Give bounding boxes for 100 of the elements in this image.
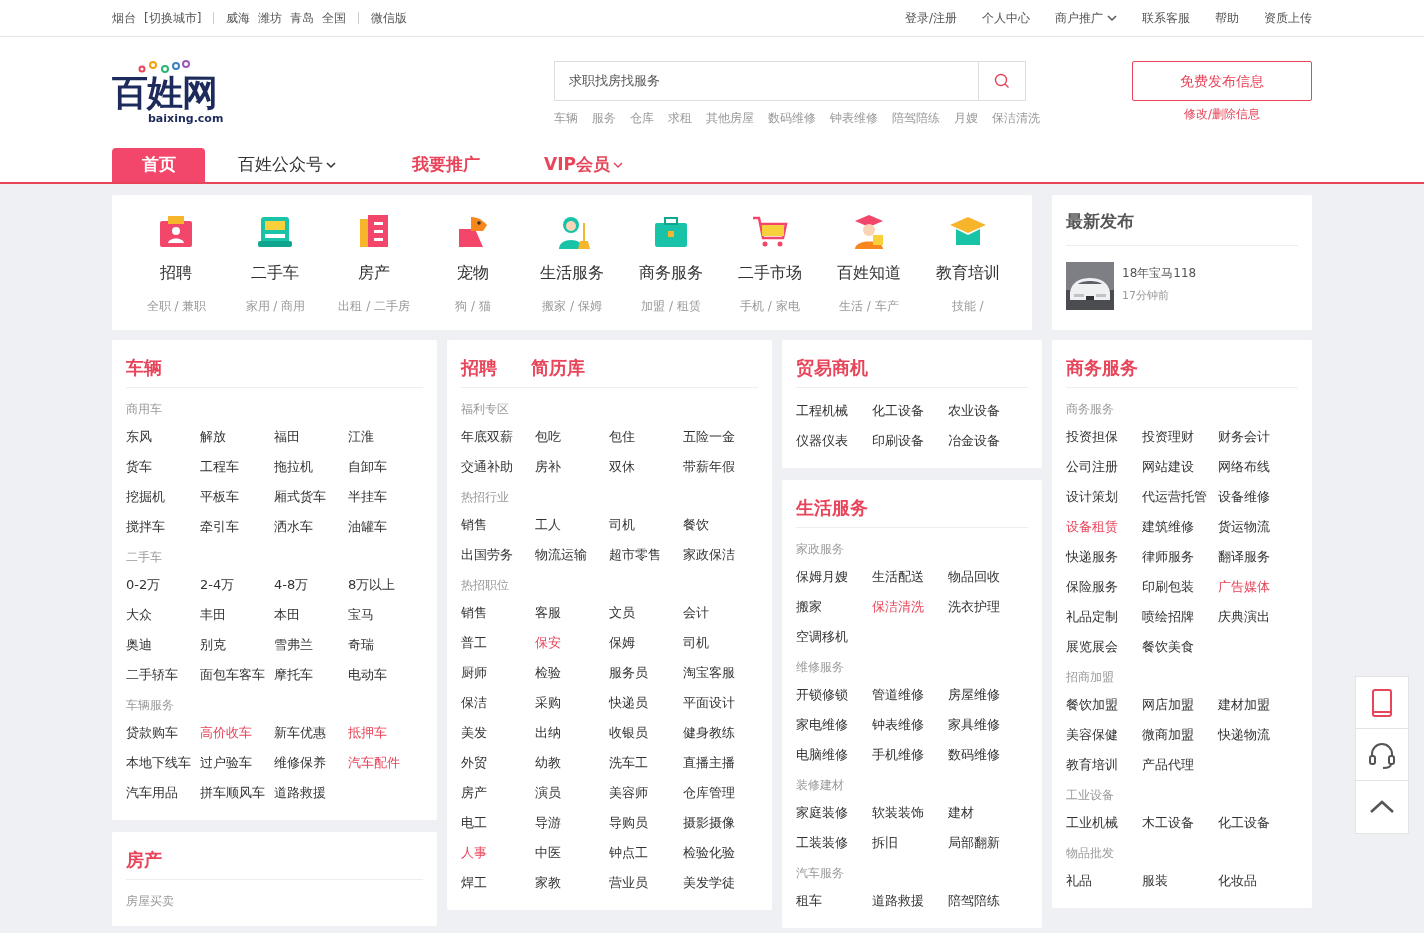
- category-link[interactable]: 解放: [200, 422, 226, 452]
- category-link[interactable]: 钟表维修: [872, 710, 924, 740]
- category-link[interactable]: 快递员: [609, 688, 648, 718]
- category-link[interactable]: 木工设备: [1142, 808, 1194, 838]
- category-link[interactable]: 焊工: [461, 868, 487, 898]
- category-link[interactable]: 洗车工: [609, 748, 648, 778]
- category-link[interactable]: 出纳: [535, 718, 561, 748]
- section-title[interactable]: 简历库: [531, 354, 585, 381]
- category-link[interactable]: 投资担保: [1066, 422, 1118, 452]
- category-link[interactable]: 4-8万: [274, 570, 309, 600]
- top-link[interactable]: 个人中心: [982, 9, 1030, 27]
- category-link[interactable]: 带薪年假: [683, 452, 735, 482]
- category-link[interactable]: 奇瑞: [348, 630, 374, 660]
- category-link[interactable]: 雪弗兰: [274, 630, 313, 660]
- nav-tab[interactable]: 百姓公众号: [238, 148, 336, 182]
- category-link[interactable]: 客服: [535, 598, 561, 628]
- category-entry[interactable]: 二手车 家用 / 商用: [225, 213, 325, 330]
- category-link[interactable]: 奥迪: [126, 630, 152, 660]
- category-link[interactable]: 印刷包装: [1142, 572, 1194, 602]
- category-link[interactable]: 公司注册: [1066, 452, 1118, 482]
- search-field[interactable]: 求职找房找服务: [554, 61, 980, 101]
- category-link[interactable]: 农业设备: [948, 396, 1000, 426]
- category-entry[interactable]: 商务服务 加盟 / 租赁: [621, 213, 721, 330]
- top-link[interactable]: 联系客服: [1142, 9, 1190, 27]
- category-link[interactable]: 二手轿车: [126, 660, 178, 690]
- category-link[interactable]: 工程车: [200, 452, 239, 482]
- category-link[interactable]: 保洁清洗: [872, 592, 924, 622]
- top-link[interactable]: 资质上传: [1264, 9, 1312, 27]
- category-link[interactable]: 普工: [461, 628, 487, 658]
- category-link[interactable]: 广告媒体: [1218, 572, 1270, 602]
- category-link[interactable]: 货车: [126, 452, 152, 482]
- category-link[interactable]: 超市零售: [609, 540, 661, 570]
- category-link[interactable]: 工装装修: [796, 828, 848, 858]
- category-link[interactable]: 8万以上: [348, 570, 396, 600]
- latest-item-title[interactable]: 18年宝马118: [1122, 263, 1197, 282]
- category-link[interactable]: 化工设备: [1218, 808, 1270, 838]
- category-link[interactable]: 家政保洁: [683, 540, 735, 570]
- category-link[interactable]: 交通补助: [461, 452, 513, 482]
- category-link[interactable]: 导游: [535, 808, 561, 838]
- nav-tab[interactable]: VIP会员: [544, 148, 623, 182]
- category-link[interactable]: 网络布线: [1218, 452, 1270, 482]
- category-link[interactable]: 手机维修: [872, 740, 924, 770]
- category-link[interactable]: 包住: [609, 422, 635, 452]
- category-link[interactable]: 房屋维修: [948, 680, 1000, 710]
- category-entry[interactable]: 教育培训 技能 /: [918, 213, 1017, 330]
- category-link[interactable]: 律师服务: [1142, 542, 1194, 572]
- category-entry[interactable]: 二手市场 手机 / 家电: [720, 213, 820, 330]
- category-link[interactable]: 电脑维修: [796, 740, 848, 770]
- category-link[interactable]: 保洁: [461, 688, 487, 718]
- category-link[interactable]: 庆典演出: [1218, 602, 1270, 632]
- section-title[interactable]: 车辆: [126, 354, 162, 381]
- category-link[interactable]: 汽车用品: [126, 778, 178, 808]
- category-link[interactable]: 软装装饰: [872, 798, 924, 828]
- category-link[interactable]: 产品代理: [1142, 750, 1194, 780]
- category-link[interactable]: 财务会计: [1218, 422, 1270, 452]
- city-link[interactable]: 青岛: [290, 9, 315, 27]
- category-link[interactable]: 陪驾陪练: [948, 886, 1000, 916]
- category-link[interactable]: 印刷设备: [872, 426, 924, 456]
- category-link[interactable]: 道路救援: [274, 778, 326, 808]
- category-link[interactable]: 化工设备: [872, 396, 924, 426]
- category-link[interactable]: 包吃: [535, 422, 561, 452]
- category-link[interactable]: 教育培训: [1066, 750, 1118, 780]
- category-link[interactable]: 健身教练: [683, 718, 735, 748]
- category-link[interactable]: 摄影摄像: [683, 808, 735, 838]
- top-link[interactable]: 帮助: [1215, 9, 1239, 27]
- category-link[interactable]: 服务员: [609, 658, 648, 688]
- category-link[interactable]: 会计: [683, 598, 709, 628]
- category-link[interactable]: 油罐车: [348, 512, 387, 542]
- category-link[interactable]: 新车优惠: [274, 718, 326, 748]
- top-link[interactable]: 登录/注册: [904, 9, 957, 27]
- category-link[interactable]: 淘宝客服: [683, 658, 735, 688]
- logo[interactable]: 百姓网 baixing.com: [112, 59, 224, 128]
- category-link[interactable]: 保姆: [609, 628, 635, 658]
- category-entry[interactable]: 招聘 全职 / 兼职: [127, 213, 226, 330]
- city-link[interactable]: 烟台: [112, 9, 136, 27]
- category-link[interactable]: 摩托车: [274, 660, 313, 690]
- category-link[interactable]: 挖掘机: [126, 482, 165, 512]
- post-button[interactable]: 免费发布信息: [1132, 61, 1312, 101]
- category-link[interactable]: 租车: [796, 886, 822, 916]
- section-title[interactable]: 贸易商机: [796, 354, 868, 381]
- edit-link[interactable]: 修改/删除信息: [1183, 105, 1260, 123]
- category-link[interactable]: 高价收车: [200, 718, 252, 748]
- category-link[interactable]: 化妆品: [1218, 866, 1257, 896]
- category-link[interactable]: 本地下线车: [126, 748, 191, 778]
- category-link[interactable]: 0-2万: [126, 570, 161, 600]
- category-link[interactable]: 平面设计: [683, 688, 735, 718]
- city-link[interactable]: 潍坊: [258, 9, 283, 27]
- category-link[interactable]: 设计策划: [1066, 482, 1118, 512]
- category-link[interactable]: 保姆月嫂: [796, 562, 848, 592]
- category-link[interactable]: 检验化验: [683, 838, 735, 868]
- category-entry[interactable]: 房产 出租 / 二手房: [324, 213, 424, 330]
- category-link[interactable]: 过户验车: [200, 748, 252, 778]
- category-link[interactable]: 礼品定制: [1066, 602, 1118, 632]
- category-link[interactable]: 道路救援: [872, 886, 924, 916]
- section-title[interactable]: 招聘: [461, 354, 497, 381]
- category-entry[interactable]: 宠物 狗 / 猫: [423, 213, 523, 330]
- category-link[interactable]: 牵引车: [200, 512, 239, 542]
- category-link[interactable]: 仪器仪表: [796, 426, 848, 456]
- category-link[interactable]: 家电维修: [796, 710, 848, 740]
- category-link[interactable]: 局部翻新: [948, 828, 1000, 858]
